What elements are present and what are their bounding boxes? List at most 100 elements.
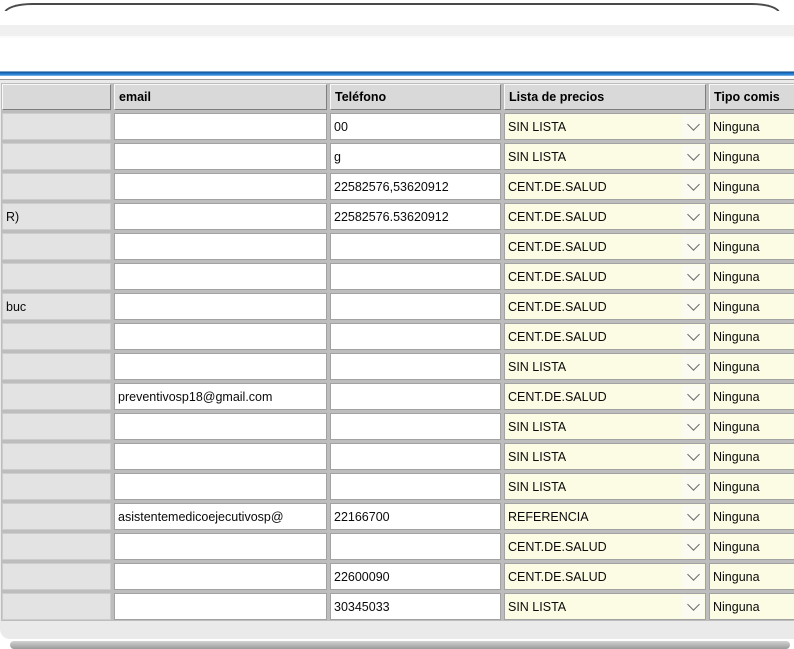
cell-telefono-input[interactable] bbox=[330, 383, 501, 410]
cell-telefono-input[interactable] bbox=[330, 233, 501, 260]
chevron-down-icon[interactable] bbox=[682, 355, 704, 378]
column-header-name[interactable] bbox=[2, 84, 111, 110]
cell-name[interactable] bbox=[2, 173, 111, 200]
cell-name[interactable] bbox=[2, 533, 111, 560]
cell-telefono-input[interactable]: g bbox=[330, 143, 501, 170]
column-header-telefono[interactable]: Teléfono bbox=[330, 84, 501, 110]
cell-name[interactable] bbox=[2, 353, 111, 380]
cell-email-input[interactable] bbox=[114, 293, 327, 320]
cell-email-input[interactable] bbox=[114, 413, 327, 440]
cell-lista-de-precios-dropdown[interactable]: CENT.DE.SALUD bbox=[504, 293, 706, 320]
cell-tipo-comision-dropdown[interactable]: Ninguna bbox=[709, 413, 794, 440]
cell-email-input[interactable] bbox=[114, 203, 327, 230]
cell-telefono-input[interactable] bbox=[330, 353, 501, 380]
cell-email-input[interactable] bbox=[114, 533, 327, 560]
column-header-email[interactable]: email bbox=[114, 84, 327, 110]
cell-tipo-comision-dropdown[interactable]: Ninguna bbox=[709, 233, 794, 260]
cell-lista-de-precios-dropdown[interactable]: CENT.DE.SALUD bbox=[504, 533, 706, 560]
cell-name[interactable] bbox=[2, 143, 111, 170]
cell-email-input[interactable] bbox=[114, 443, 327, 470]
cell-name[interactable] bbox=[2, 473, 111, 500]
column-header-tipo-comision[interactable]: Tipo comis bbox=[709, 84, 794, 110]
chevron-down-icon[interactable] bbox=[682, 535, 704, 558]
cell-email-input[interactable]: asistentemedicoejecutivosp@ bbox=[114, 503, 327, 530]
cell-email-input[interactable] bbox=[114, 113, 327, 140]
cell-name[interactable] bbox=[2, 443, 111, 470]
cell-tipo-comision-dropdown[interactable]: Ninguna bbox=[709, 533, 794, 560]
chevron-down-icon[interactable] bbox=[682, 295, 704, 318]
cell-lista-de-precios-dropdown[interactable]: CENT.DE.SALUD bbox=[504, 563, 706, 590]
cell-name[interactable] bbox=[2, 563, 111, 590]
cell-telefono-input[interactable] bbox=[330, 473, 501, 500]
chevron-down-icon[interactable] bbox=[682, 175, 704, 198]
cell-tipo-comision-dropdown[interactable]: Ninguna bbox=[709, 353, 794, 380]
cell-email-input[interactable] bbox=[114, 353, 327, 380]
cell-name[interactable] bbox=[2, 323, 111, 350]
cell-lista-de-precios-dropdown[interactable]: CENT.DE.SALUD bbox=[504, 323, 706, 350]
chevron-down-icon[interactable] bbox=[682, 205, 704, 228]
cell-email-input[interactable] bbox=[114, 143, 327, 170]
cell-telefono-input[interactable]: 22582576.53620912 bbox=[330, 203, 501, 230]
cell-tipo-comision-dropdown[interactable]: Ninguna bbox=[709, 113, 794, 140]
cell-name[interactable]: R) bbox=[2, 203, 111, 230]
cell-tipo-comision-dropdown[interactable]: Ninguna bbox=[709, 593, 794, 620]
cell-email-input[interactable] bbox=[114, 233, 327, 260]
chevron-down-icon[interactable] bbox=[682, 475, 704, 498]
chevron-down-icon[interactable] bbox=[682, 505, 704, 528]
cell-tipo-comision-dropdown[interactable]: Ninguna bbox=[709, 203, 794, 230]
chevron-down-icon[interactable] bbox=[682, 265, 704, 288]
cell-name[interactable] bbox=[2, 593, 111, 620]
chevron-down-icon[interactable] bbox=[682, 595, 704, 618]
cell-tipo-comision-dropdown[interactable]: Ninguna bbox=[709, 503, 794, 530]
chevron-down-icon[interactable] bbox=[682, 565, 704, 588]
cell-telefono-input[interactable] bbox=[330, 293, 501, 320]
cell-telefono-input[interactable]: 22166700 bbox=[330, 503, 501, 530]
cell-tipo-comision-dropdown[interactable]: Ninguna bbox=[709, 293, 794, 320]
cell-email-input[interactable] bbox=[114, 563, 327, 590]
cell-lista-de-precios-dropdown[interactable]: SIN LISTA bbox=[504, 473, 706, 500]
cell-tipo-comision-dropdown[interactable]: Ninguna bbox=[709, 443, 794, 470]
chevron-down-icon[interactable] bbox=[682, 445, 704, 468]
chevron-down-icon[interactable] bbox=[682, 115, 704, 138]
cell-tipo-comision-dropdown[interactable]: Ninguna bbox=[709, 473, 794, 500]
cell-telefono-input[interactable]: 30345033 bbox=[330, 593, 501, 620]
cell-name[interactable] bbox=[2, 383, 111, 410]
cell-name[interactable] bbox=[2, 413, 111, 440]
cell-name[interactable]: buc bbox=[2, 293, 111, 320]
cell-email-input[interactable] bbox=[114, 323, 327, 350]
cell-lista-de-precios-dropdown[interactable]: SIN LISTA bbox=[504, 143, 706, 170]
cell-tipo-comision-dropdown[interactable]: Ninguna bbox=[709, 383, 794, 410]
cell-lista-de-precios-dropdown[interactable]: SIN LISTA bbox=[504, 353, 706, 380]
chevron-down-icon[interactable] bbox=[682, 385, 704, 408]
cell-telefono-input[interactable] bbox=[330, 413, 501, 440]
cell-lista-de-precios-dropdown[interactable]: CENT.DE.SALUD bbox=[504, 233, 706, 260]
cell-tipo-comision-dropdown[interactable]: Ninguna bbox=[709, 173, 794, 200]
cell-email-input[interactable] bbox=[114, 263, 327, 290]
cell-tipo-comision-dropdown[interactable]: Ninguna bbox=[709, 323, 794, 350]
chevron-down-icon[interactable] bbox=[682, 325, 704, 348]
cell-lista-de-precios-dropdown[interactable]: SIN LISTA bbox=[504, 113, 706, 140]
cell-lista-de-precios-dropdown[interactable]: SIN LISTA bbox=[504, 443, 706, 470]
cell-lista-de-precios-dropdown[interactable]: SIN LISTA bbox=[504, 593, 706, 620]
cell-telefono-input[interactable] bbox=[330, 323, 501, 350]
chevron-down-icon[interactable] bbox=[682, 235, 704, 258]
cell-tipo-comision-dropdown[interactable]: Ninguna bbox=[709, 563, 794, 590]
cell-telefono-input[interactable] bbox=[330, 443, 501, 470]
cell-lista-de-precios-dropdown[interactable]: REFERENCIA bbox=[504, 503, 706, 530]
cell-lista-de-precios-dropdown[interactable]: CENT.DE.SALUD bbox=[504, 383, 706, 410]
cell-telefono-input[interactable]: 22600090 bbox=[330, 563, 501, 590]
cell-name[interactable] bbox=[2, 503, 111, 530]
cell-email-input[interactable] bbox=[114, 473, 327, 500]
cell-name[interactable] bbox=[2, 263, 111, 290]
cell-email-input[interactable] bbox=[114, 593, 327, 620]
cell-name[interactable] bbox=[2, 113, 111, 140]
chevron-down-icon[interactable] bbox=[682, 415, 704, 438]
column-header-lista-de-precios[interactable]: Lista de precios bbox=[504, 84, 706, 110]
cell-telefono-input[interactable] bbox=[330, 263, 501, 290]
cell-telefono-input[interactable]: 00 bbox=[330, 113, 501, 140]
cell-lista-de-precios-dropdown[interactable]: CENT.DE.SALUD bbox=[504, 263, 706, 290]
cell-email-input[interactable]: preventivosp18@gmail.com bbox=[114, 383, 327, 410]
cell-email-input[interactable] bbox=[114, 173, 327, 200]
cell-lista-de-precios-dropdown[interactable]: CENT.DE.SALUD bbox=[504, 203, 706, 230]
cell-telefono-input[interactable] bbox=[330, 533, 501, 560]
